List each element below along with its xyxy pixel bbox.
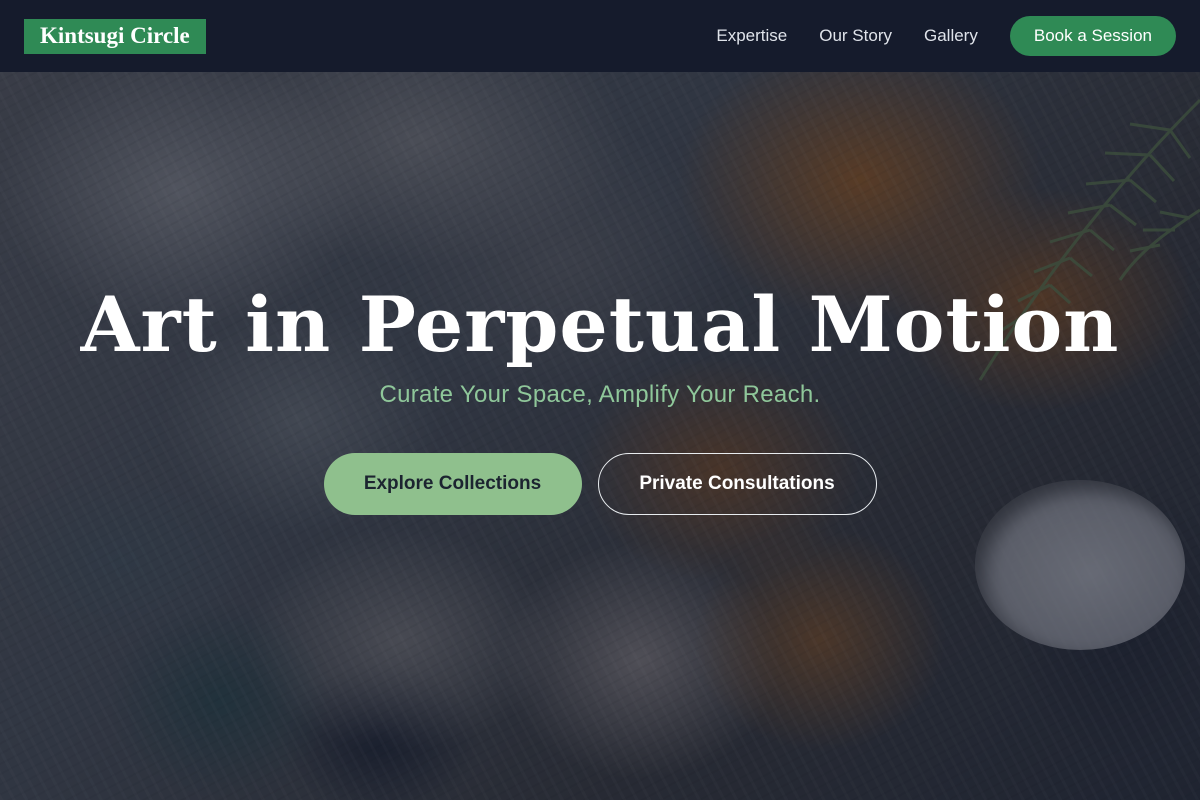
nav-link-gallery[interactable]: Gallery <box>924 26 978 46</box>
hero-title: Art in Perpetual Motion <box>80 280 1120 369</box>
site-header: Kintsugi Circle Expertise Our Story Gall… <box>0 0 1200 72</box>
hero-actions: Explore Collections Private Consultation… <box>0 453 1200 515</box>
nav-link-our-story[interactable]: Our Story <box>819 26 892 46</box>
hero-section: Art in Perpetual Motion Curate Your Spac… <box>0 72 1200 800</box>
explore-collections-button[interactable]: Explore Collections <box>323 453 582 515</box>
book-session-button[interactable]: Book a Session <box>1009 16 1176 56</box>
brand-logo[interactable]: Kintsugi Circle <box>24 18 206 54</box>
nav-link-expertise[interactable]: Expertise <box>716 26 787 46</box>
private-consultations-button[interactable]: Private Consultations <box>597 453 877 515</box>
hero-subtitle: Curate Your Space, Amplify Your Reach. <box>379 381 821 408</box>
main-nav: Expertise Our Story Gallery Book a Sessi… <box>716 16 1176 56</box>
